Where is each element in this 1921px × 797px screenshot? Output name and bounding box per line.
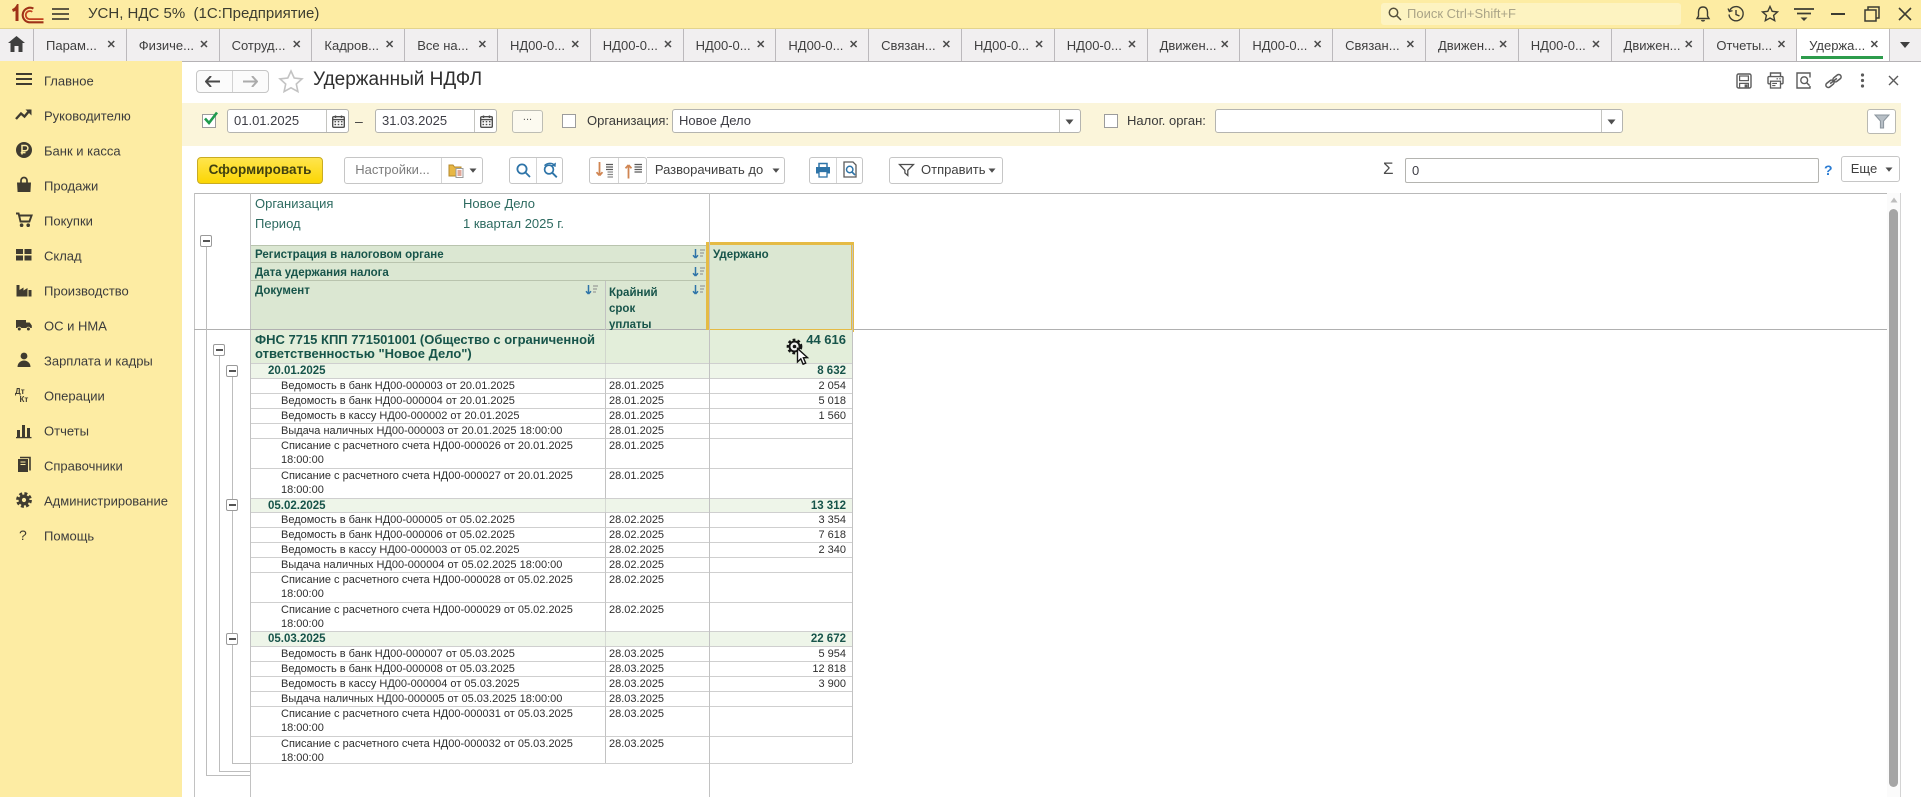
svg-text:?: ?	[19, 527, 27, 543]
svg-text:Кт: Кт	[20, 395, 29, 404]
